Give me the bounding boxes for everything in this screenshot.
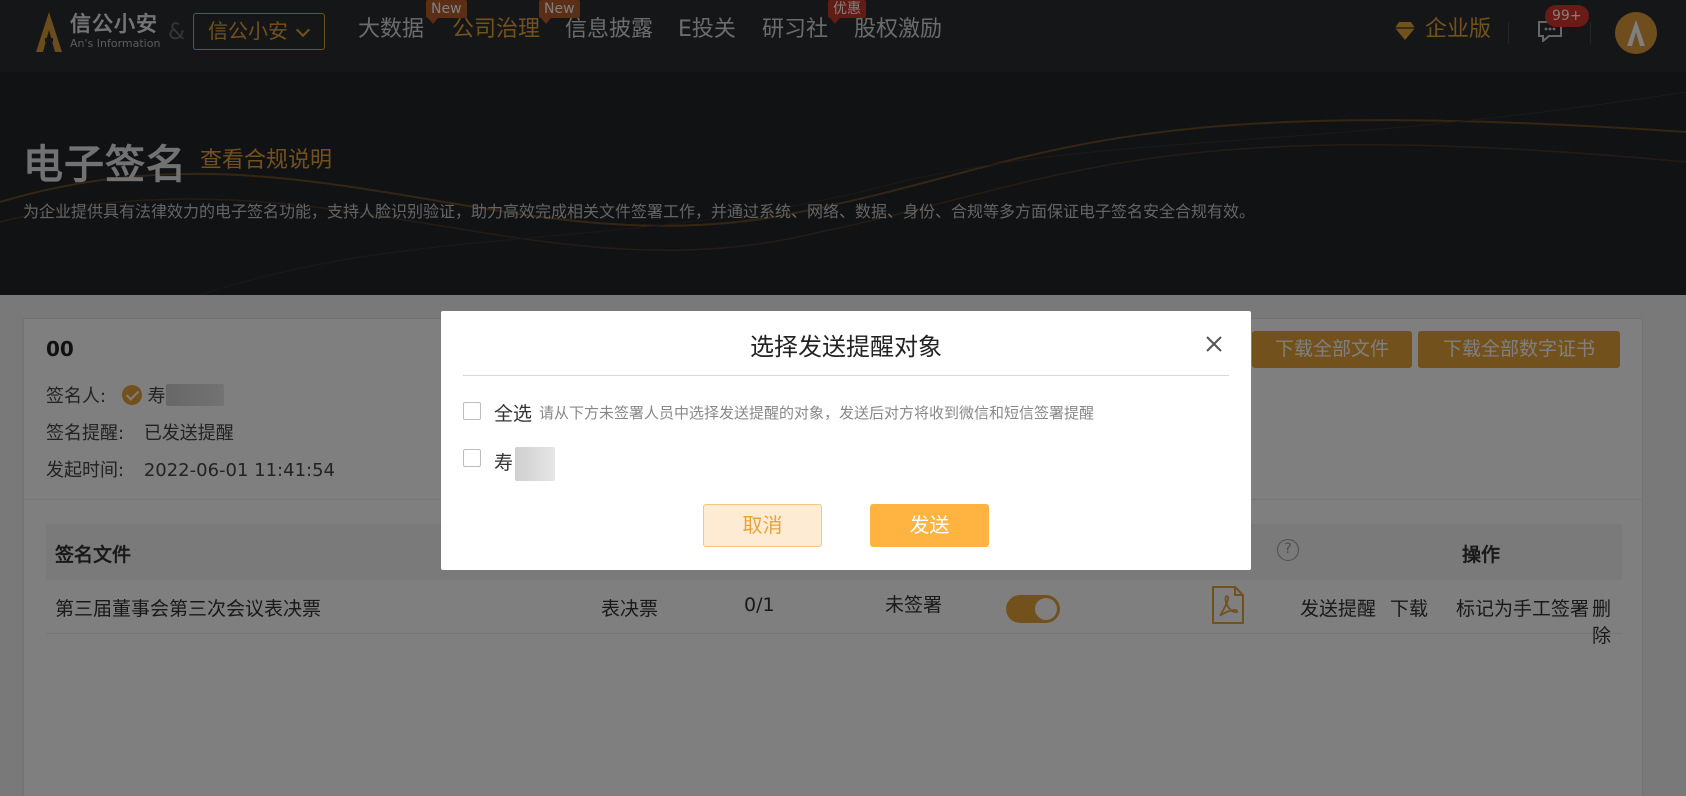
cancel-button[interactable]: 取消 <box>703 504 822 547</box>
close-icon[interactable] <box>1201 331 1227 357</box>
select-all-label[interactable]: 全选 <box>494 399 532 426</box>
send-button[interactable]: 发送 <box>870 504 989 547</box>
dialog-divider <box>463 375 1229 376</box>
person-label[interactable]: 寿 <box>494 447 556 481</box>
person-checkbox[interactable] <box>463 449 481 467</box>
redacted-name <box>515 447 556 481</box>
person-name: 寿 <box>494 452 514 474</box>
select-all-checkbox[interactable] <box>463 402 481 420</box>
dialog-hint: 请从下方未签署人员中选择发送提醒的对象，发送后对方将收到微信和短信签署提醒 <box>539 404 1095 422</box>
dialog-title: 选择发送提醒对象 <box>750 333 942 361</box>
send-reminder-dialog: 选择发送提醒对象 全选 请从下方未签署人员中选择发送提醒的对象，发送后对方将收到… <box>441 311 1251 570</box>
